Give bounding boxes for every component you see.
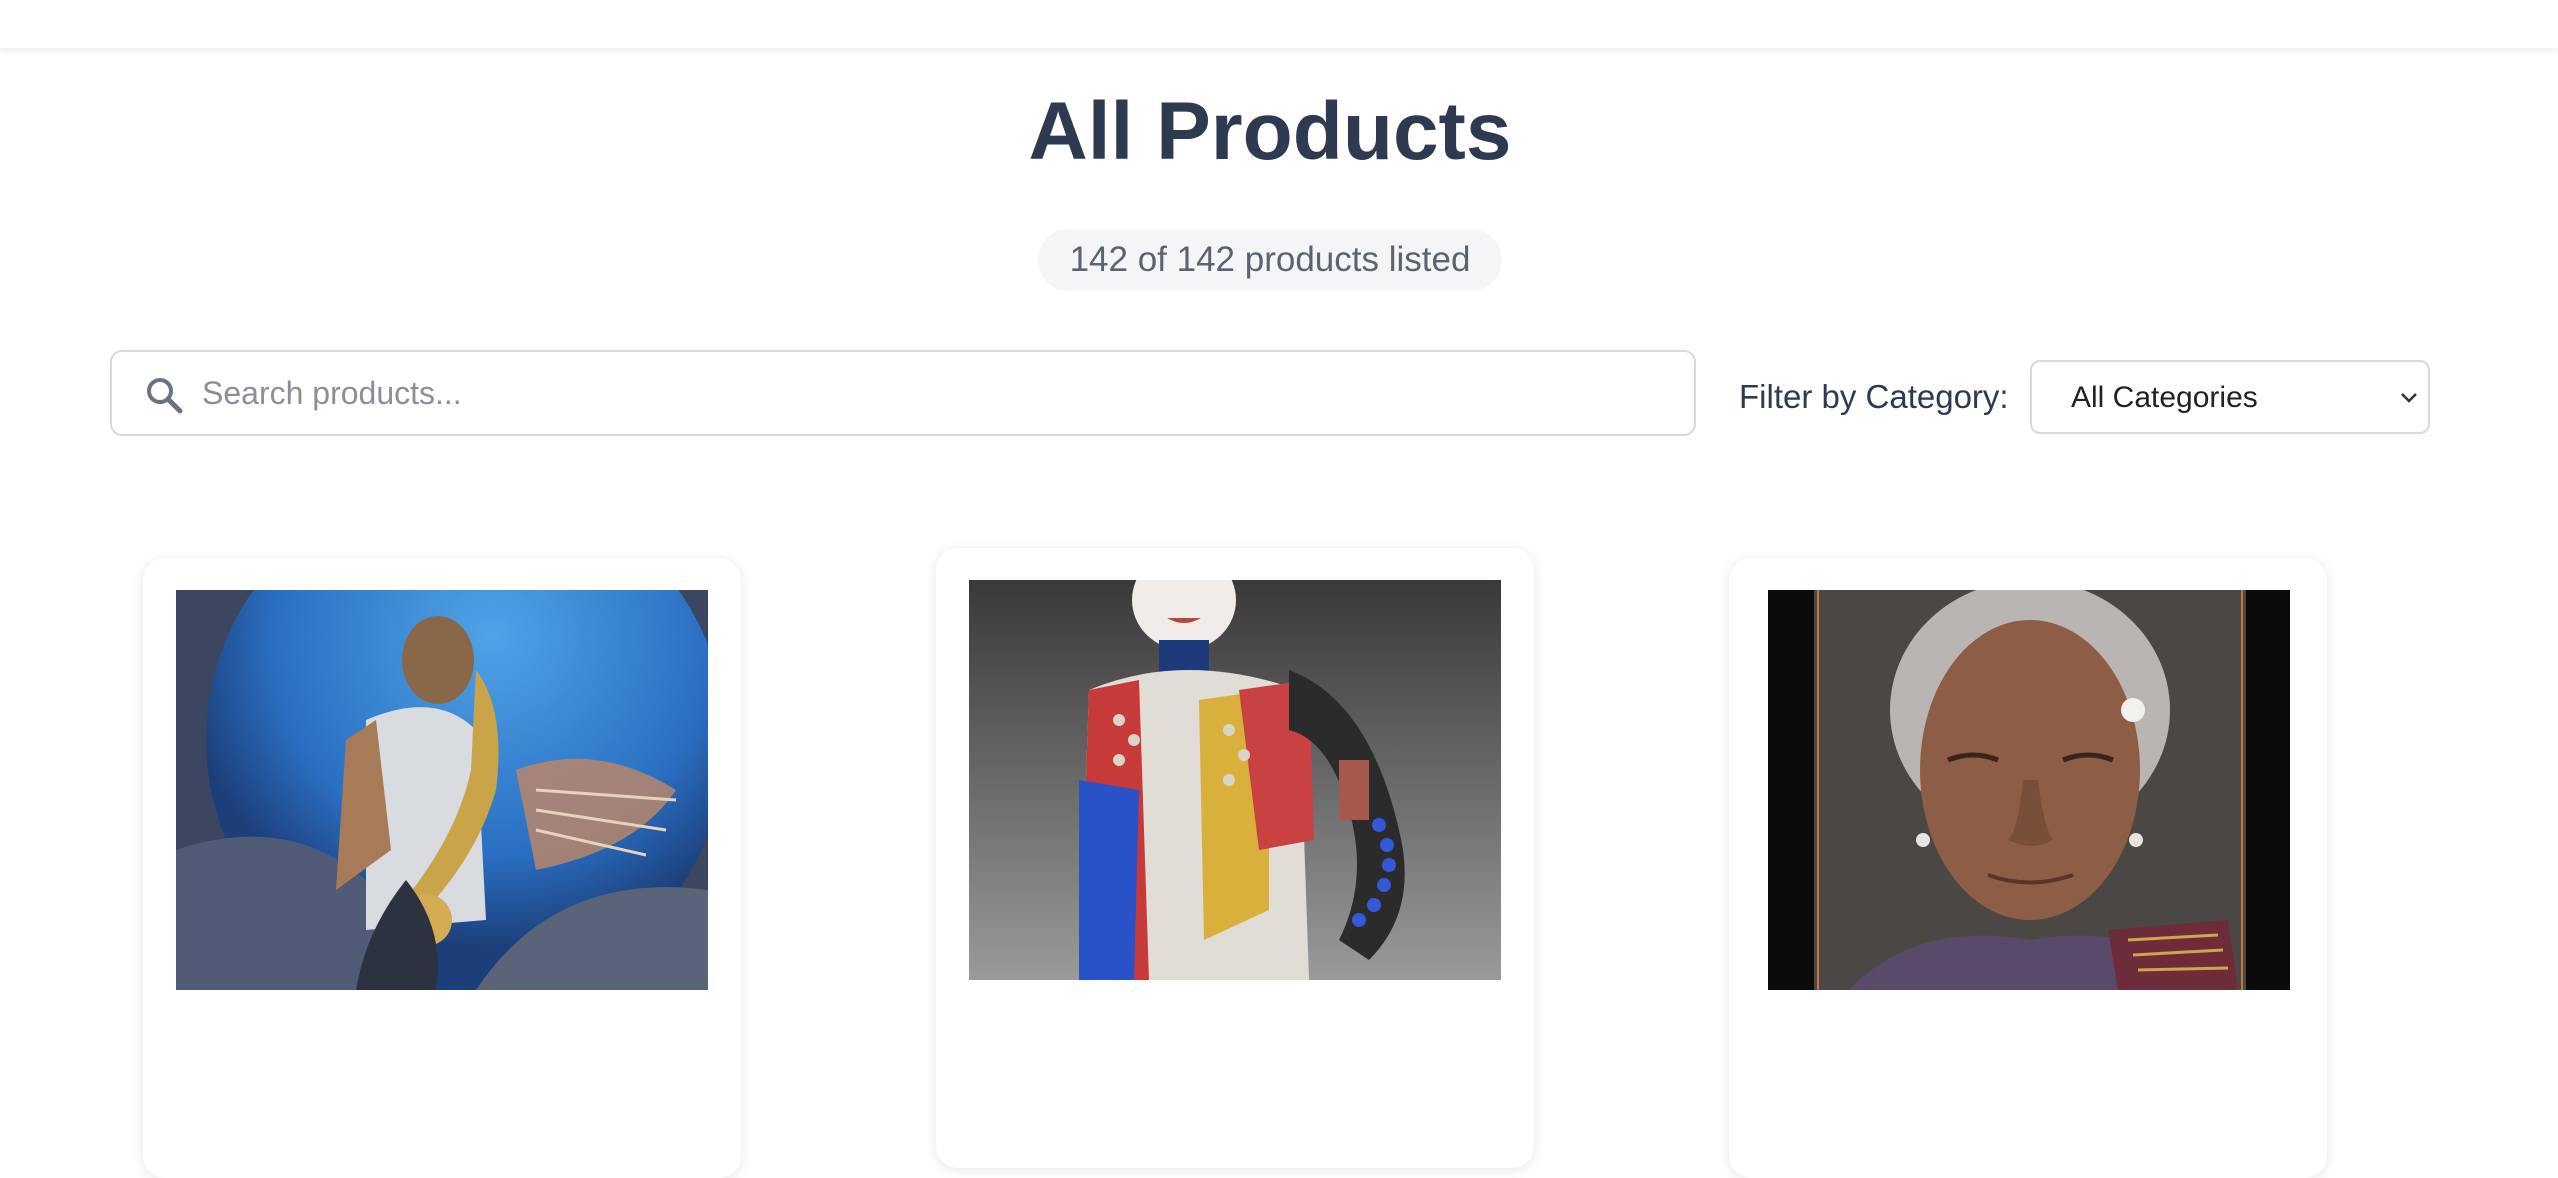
beaded-sculpture-image — [969, 580, 1501, 980]
portrait-image — [1768, 590, 2290, 990]
page-title: All Products — [1028, 86, 1512, 177]
product-card[interactable] — [143, 558, 741, 1178]
product-image[interactable] — [969, 580, 1501, 980]
product-card[interactable] — [1729, 558, 2327, 1178]
search-input[interactable] — [202, 352, 1672, 434]
top-navigation-bar — [0, 0, 2558, 48]
product-image[interactable] — [176, 590, 708, 990]
cart-icon[interactable] — [2332, 0, 2364, 4]
chevron-down-icon — [2401, 393, 2417, 403]
product-card[interactable] — [936, 548, 1534, 1168]
search-icon — [147, 378, 183, 414]
filter-category-label: Filter by Category: — [1739, 378, 2009, 415]
saxophone-player-image — [176, 590, 708, 990]
product-count-badge: 142 of 142 products listed — [1038, 229, 1502, 291]
search-box[interactable] — [110, 350, 1696, 436]
category-select[interactable]: All Categories — [2030, 360, 2430, 434]
category-select-value: All Categories — [2071, 381, 2258, 414]
product-image[interactable] — [1768, 590, 2290, 990]
